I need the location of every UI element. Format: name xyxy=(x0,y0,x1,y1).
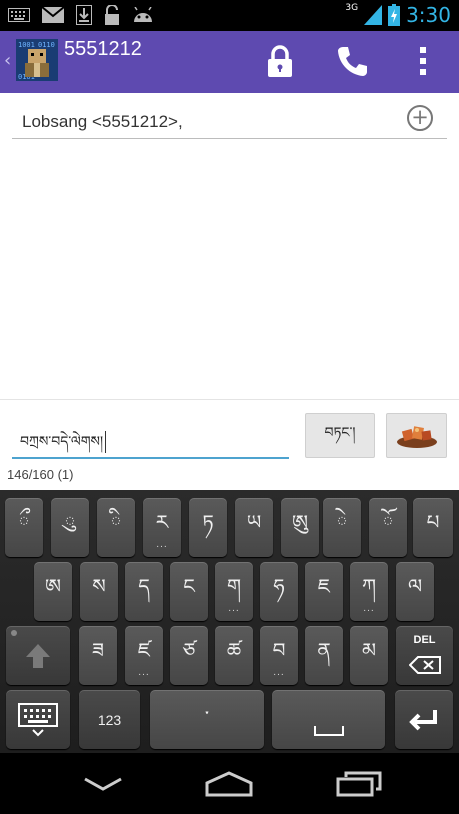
shift-arrow-icon xyxy=(26,643,50,668)
key[interactable]: ུ xyxy=(51,498,89,557)
add-recipient-icon[interactable]: + xyxy=(407,105,433,131)
android-icon xyxy=(134,7,152,22)
key[interactable]: ཨུ xyxy=(281,498,319,557)
back-button[interactable] xyxy=(78,767,128,801)
numbers-key[interactable]: 123 xyxy=(79,690,140,749)
home-button[interactable] xyxy=(204,767,254,801)
key[interactable]: ཡ xyxy=(235,498,273,557)
keyboard-settings-key[interactable] xyxy=(6,690,70,749)
battery-icon xyxy=(388,4,401,26)
text-caret xyxy=(105,431,107,453)
key[interactable]: ག... xyxy=(215,562,253,621)
network-type: 3G xyxy=(345,3,359,13)
status-bar: 3G 3:30 xyxy=(0,0,459,31)
tsheg-key[interactable]: ་ xyxy=(150,690,264,749)
call-button[interactable] xyxy=(332,41,372,81)
key[interactable]: ཙ xyxy=(170,626,208,685)
key[interactable]: ཧ xyxy=(260,562,298,621)
svg-text:1001: 1001 xyxy=(18,41,35,49)
key[interactable]: ལ xyxy=(396,562,434,621)
shift-key[interactable] xyxy=(6,626,70,685)
compose-area: བཀྲས་བདེ་ལེགས། བཏང་། 146/160 (1) xyxy=(0,399,459,490)
enter-arrow-icon xyxy=(409,709,437,730)
key[interactable]: བ... xyxy=(260,626,298,685)
action-bar: ‹ 10010110 0101 5551212 xyxy=(0,31,459,93)
key[interactable]: ཀ... xyxy=(350,562,388,621)
recipient-field[interactable]: Lobsang <5551212>, + xyxy=(12,101,447,139)
space-bar-icon xyxy=(313,725,344,736)
recipient-value: Lobsang <5551212>, xyxy=(22,112,183,131)
key[interactable]: ཇ xyxy=(305,562,343,621)
download-icon xyxy=(76,5,92,25)
conversation-content: Lobsang <5551212>, + བཀྲས་བདེ་ལེགས། བཏང་… xyxy=(0,93,459,490)
send-label: བཏང་། xyxy=(324,424,356,441)
key[interactable]: ར... xyxy=(143,498,181,557)
delete-key[interactable]: DEL xyxy=(396,626,453,685)
clock: 3:30 xyxy=(406,3,451,27)
space-key[interactable] xyxy=(272,690,385,749)
key[interactable]: ོ xyxy=(369,498,407,557)
recent-apps-icon xyxy=(336,771,382,797)
lock-icon xyxy=(268,45,292,77)
send-button[interactable]: བཏང་། xyxy=(305,413,375,458)
key[interactable]: ན xyxy=(305,626,343,685)
attachment-icon xyxy=(396,425,437,448)
key[interactable]: ཏ xyxy=(189,498,227,557)
shift-indicator xyxy=(11,630,17,636)
key[interactable]: ད xyxy=(125,562,163,621)
key[interactable]: པ xyxy=(413,498,453,557)
attach-button[interactable] xyxy=(386,413,447,458)
home-icon xyxy=(205,771,253,797)
keyboard-icon xyxy=(18,702,58,736)
backspace-icon xyxy=(408,655,441,674)
recent-apps-button[interactable] xyxy=(334,767,384,801)
key[interactable]: ང xyxy=(170,562,208,621)
key[interactable]: ས xyxy=(80,562,118,621)
char-counter: 146/160 (1) xyxy=(7,467,74,482)
key[interactable]: ྀ xyxy=(5,498,43,557)
back-icon xyxy=(84,777,122,791)
message-input[interactable]: བཀྲས་བདེ་ལེགས། xyxy=(12,415,289,459)
key[interactable]: ེ xyxy=(323,498,361,557)
key[interactable]: ཨ xyxy=(34,562,72,621)
delete-label: DEL xyxy=(413,634,436,646)
overflow-menu-button[interactable] xyxy=(403,41,443,81)
screen: 3G 3:30 ‹ 10010110 0101 xyxy=(0,0,459,814)
conversation-title: 5551212 xyxy=(64,38,142,60)
lock-icon xyxy=(105,5,119,25)
lock-button[interactable] xyxy=(260,41,300,81)
overflow-menu-icon xyxy=(420,47,426,75)
mail-icon xyxy=(42,7,64,23)
svg-text:0110: 0110 xyxy=(38,41,55,49)
key[interactable]: མ xyxy=(350,626,388,685)
soft-keyboard: ྀ ུ ི ར... ཏ ཡ ཨུ ེ ོ པ ཨ ས ད ང ག... ཧ ཇ… xyxy=(0,490,459,753)
enter-key[interactable] xyxy=(395,690,453,749)
navigation-bar xyxy=(0,753,459,814)
key[interactable]: ཛ... xyxy=(125,626,163,685)
keyboard-icon xyxy=(8,8,30,22)
key[interactable]: ཟ xyxy=(79,626,117,685)
key[interactable]: ི xyxy=(97,498,135,557)
phone-icon xyxy=(338,47,367,76)
key[interactable]: ཚ xyxy=(215,626,253,685)
message-text: བཀྲས་བདེ་ལེགས། xyxy=(20,434,104,450)
up-caret-icon[interactable]: ‹ xyxy=(4,50,11,71)
contact-avatar[interactable]: 10010110 0101 xyxy=(16,39,58,81)
signal-icon xyxy=(364,5,383,25)
